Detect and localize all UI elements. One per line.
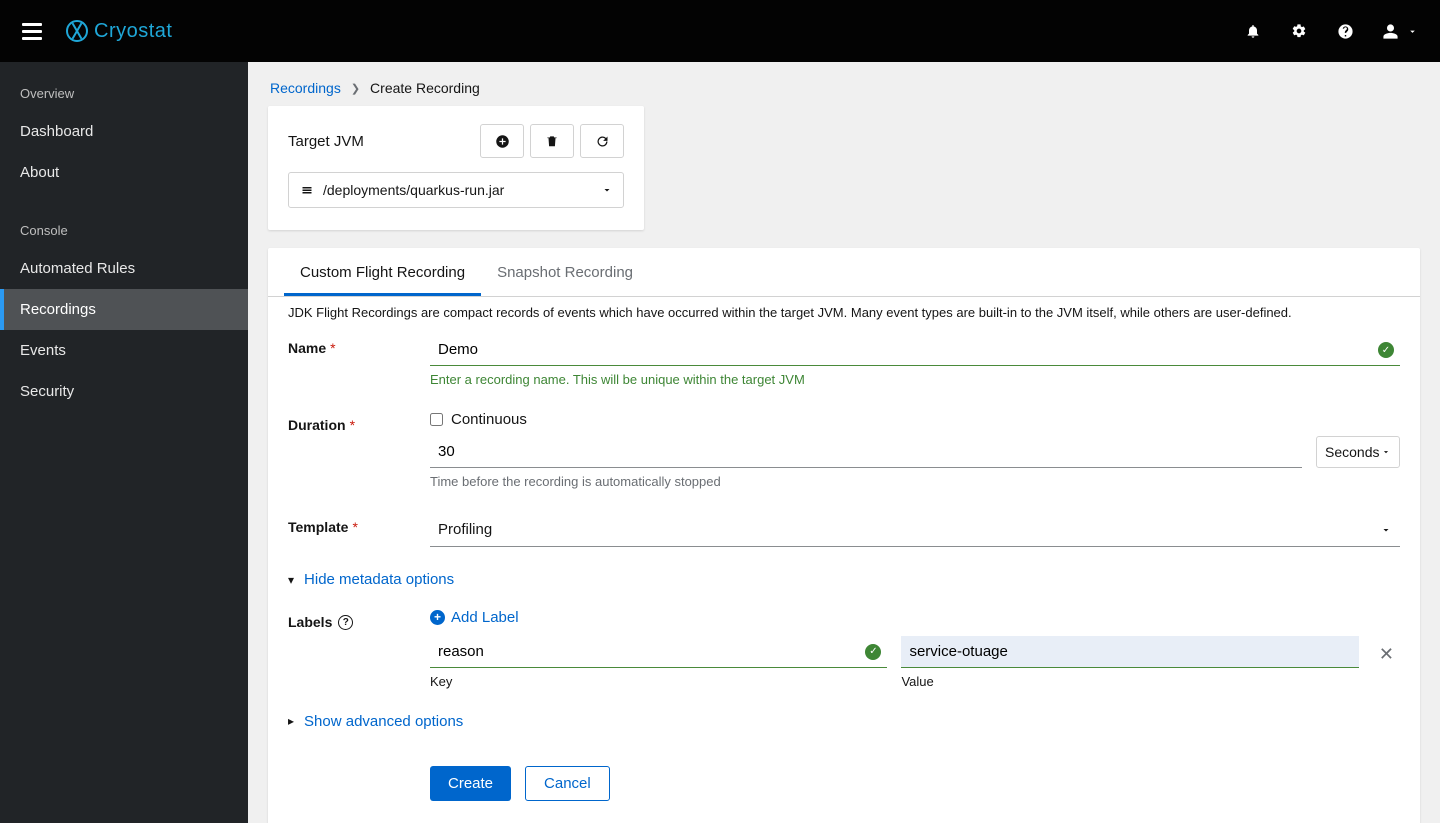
caret-down-icon <box>601 184 613 196</box>
breadcrumb: Recordings ❯ Create Recording <box>268 80 1420 96</box>
tab-snapshot-recording[interactable]: Snapshot Recording <box>481 248 649 296</box>
plus-circle-icon <box>495 134 510 149</box>
duration-label: Duration* <box>288 411 430 433</box>
create-recording-card: Custom Flight Recording Snapshot Recordi… <box>268 248 1420 823</box>
nav-section-overview: Overview <box>0 70 248 111</box>
target-jvm-card: Target JVM /deployments/quarkus-r <box>268 106 644 230</box>
breadcrumb-parent[interactable]: Recordings <box>270 80 341 96</box>
notifications-icon[interactable] <box>1244 22 1262 40</box>
tab-custom-flight-recording[interactable]: Custom Flight Recording <box>284 248 481 296</box>
plus-circle-icon: + <box>430 610 445 625</box>
labels-label: Labels ? <box>288 608 430 630</box>
user-menu[interactable] <box>1382 23 1418 40</box>
name-helper: Enter a recording name. This will be uni… <box>430 372 1400 387</box>
sidebar: Overview Dashboard About Console Automat… <box>0 62 248 823</box>
container-icon <box>299 184 315 196</box>
template-label: Template* <box>288 513 430 535</box>
target-jvm-title: Target JVM <box>288 133 364 150</box>
trash-icon <box>545 134 559 148</box>
label-key-sublabel: Key <box>430 674 887 689</box>
name-label: Name* <box>288 334 430 356</box>
nav-item-recordings[interactable]: Recordings <box>0 289 248 330</box>
form-description: JDK Flight Recordings are compact record… <box>268 297 1420 324</box>
help-circle-icon[interactable]: ? <box>338 615 353 630</box>
template-value: Profiling <box>438 521 492 538</box>
settings-icon[interactable] <box>1290 22 1308 40</box>
label-value-sublabel: Value <box>901 674 1358 689</box>
create-button[interactable]: Create <box>430 766 511 801</box>
cancel-button[interactable]: Cancel <box>525 766 610 801</box>
brand-name: Cryostat <box>94 20 172 43</box>
metadata-options-toggle[interactable]: ▾ Hide metadata options <box>288 571 1400 588</box>
continuous-checkbox[interactable] <box>430 413 443 426</box>
brand-icon <box>66 20 88 42</box>
name-input[interactable] <box>430 334 1400 366</box>
target-refresh-button[interactable] <box>580 124 624 158</box>
brand[interactable]: Cryostat <box>66 20 172 43</box>
refresh-icon <box>595 134 610 149</box>
main-content: Recordings ❯ Create Recording Target JVM <box>248 62 1440 823</box>
chevron-down-icon: ▾ <box>288 573 294 587</box>
breadcrumb-current: Create Recording <box>370 80 480 96</box>
nav-item-security[interactable]: Security <box>0 371 248 412</box>
duration-input[interactable] <box>430 436 1302 468</box>
add-label-button[interactable]: + Add Label <box>430 609 519 626</box>
target-delete-button[interactable] <box>530 124 574 158</box>
nav-section-console: Console <box>0 207 248 248</box>
caret-down-icon <box>1381 447 1391 457</box>
duration-unit-select[interactable]: Seconds <box>1316 436 1400 468</box>
caret-down-icon <box>1407 26 1418 37</box>
check-circle-icon: ✓ <box>865 644 881 660</box>
continuous-label: Continuous <box>451 411 527 428</box>
chevron-right-icon: ▸ <box>288 714 294 728</box>
recording-tabs: Custom Flight Recording Snapshot Recordi… <box>268 248 1420 297</box>
nav-item-dashboard[interactable]: Dashboard <box>0 111 248 152</box>
check-circle-icon: ✓ <box>1378 342 1394 358</box>
template-select[interactable]: Profiling <box>430 513 1400 547</box>
help-icon[interactable] <box>1336 22 1354 40</box>
topbar: Cryostat <box>0 0 1440 62</box>
target-jvm-select[interactable]: /deployments/quarkus-run.jar <box>288 172 624 208</box>
duration-helper: Time before the recording is automatical… <box>430 474 1400 489</box>
remove-label-button[interactable]: ✕ <box>1373 640 1400 669</box>
nav-item-events[interactable]: Events <box>0 330 248 371</box>
label-value-input[interactable] <box>901 636 1358 668</box>
target-add-button[interactable] <box>480 124 524 158</box>
breadcrumb-separator-icon: ❯ <box>351 82 360 95</box>
advanced-options-toggle[interactable]: ▸ Show advanced options <box>288 713 1400 730</box>
caret-down-icon <box>1380 524 1392 536</box>
duration-unit-value: Seconds <box>1325 444 1379 460</box>
nav-item-about[interactable]: About <box>0 152 248 193</box>
nav-toggle-button[interactable] <box>22 23 42 40</box>
target-jvm-selected: /deployments/quarkus-run.jar <box>323 182 504 198</box>
nav-item-automated-rules[interactable]: Automated Rules <box>0 248 248 289</box>
label-key-input[interactable] <box>430 636 887 668</box>
